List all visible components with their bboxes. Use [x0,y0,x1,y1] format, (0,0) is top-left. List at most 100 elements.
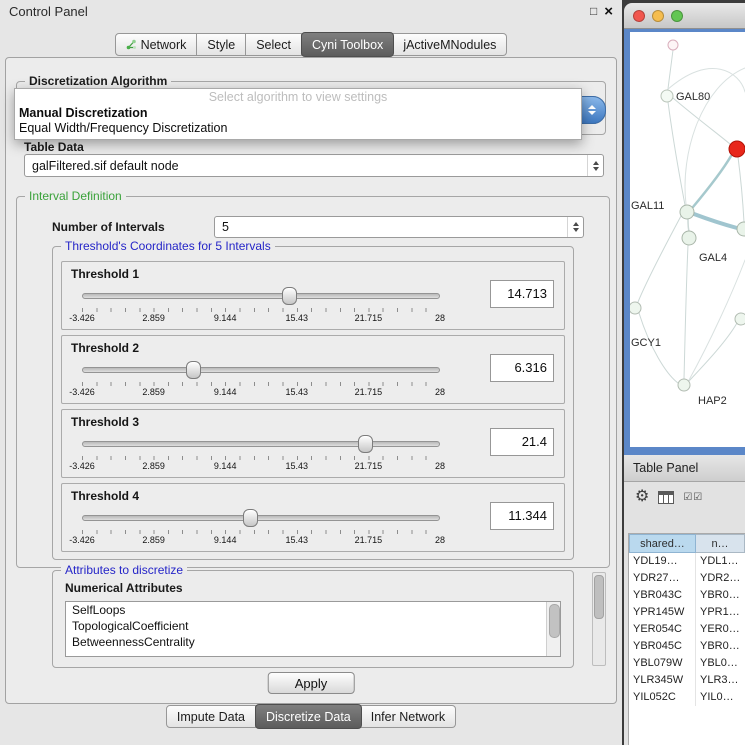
network-view-window: GAL80GAL11GAL4GCY1HAP2 [624,3,745,455]
algorithm-options: Manual DiscretizationEqual Width/Frequen… [15,106,581,136]
tick-label: 9.144 [214,387,237,397]
gear-icon[interactable]: ⚙ [635,489,649,505]
tick-label: -3.426 [69,313,95,323]
tab-cyni-toolbox[interactable]: Cyni Toolbox [301,32,394,57]
network-node[interactable] [680,205,694,219]
threshold-slider[interactable] [82,361,440,378]
tab-network[interactable]: Network [115,33,198,56]
threshold-value-field[interactable]: 14.713 [490,280,554,308]
tab-infer-network[interactable]: Infer Network [361,705,456,728]
network-edge[interactable] [685,68,745,204]
network-edge[interactable] [694,214,737,228]
table-cell: YIL052C [629,689,696,706]
tab-impute-data[interactable]: Impute Data [166,705,256,728]
columns-icon[interactable] [658,491,674,504]
table-row[interactable]: YDL19…YDL1… [629,553,745,570]
network-edge[interactable] [668,102,685,205]
network-edge[interactable] [689,323,737,381]
threshold-slider[interactable] [82,287,440,304]
column-header[interactable]: shared… [629,534,696,553]
table-row[interactable]: YER054CYER0… [629,621,745,638]
tick-label: 15.43 [286,461,309,471]
thresholds-container: Threshold 1-3.4262.8599.14415.4321.71528… [53,261,573,557]
tab-style[interactable]: Style [197,33,246,56]
tick-label: 9.144 [214,313,237,323]
float-window-icon[interactable]: □ [590,5,597,17]
panel-scrollbar[interactable] [592,572,606,666]
network-edge[interactable] [693,156,731,207]
network-node[interactable] [682,231,696,245]
tab-label: jActiveMNodules [403,38,496,52]
network-edge[interactable] [638,216,681,302]
zoom-traffic-light-icon[interactable] [671,10,683,22]
threshold-value-field[interactable]: 21.4 [490,428,554,456]
tick-label: 21.715 [355,313,383,323]
network-edge[interactable] [668,50,673,89]
network-edge[interactable] [688,219,689,231]
tick-label: 21.715 [355,387,383,397]
slider-ticks [82,382,440,386]
table-row[interactable]: YIL052CYIL0… [629,689,745,706]
network-edge[interactable] [673,98,730,144]
network-node[interactable] [661,90,673,102]
list-item[interactable]: BetweennessCentrality [66,634,560,650]
network-edge[interactable] [684,245,688,379]
slider-thumb[interactable] [243,509,258,527]
number-of-intervals-value: 5 [215,220,567,234]
threshold-slider[interactable] [82,435,440,452]
threshold-slider[interactable] [82,509,440,526]
tick-label: -3.426 [69,461,95,471]
scrollbar-thumb[interactable] [594,575,604,619]
tab-jactivemnodules[interactable]: jActiveMNodules [393,33,507,56]
threshold-box: Threshold 2-3.4262.8599.14415.4321.71528… [61,335,565,404]
algorithm-dropdown-popup: Select algorithm to view settings Manual… [14,88,582,140]
table-data-value: galFiltered.sif default node [25,159,587,173]
network-node[interactable] [678,379,690,391]
close-window-icon[interactable]: × [604,4,613,19]
dropdown-option[interactable]: Equal Width/Frequency Discretization [15,121,581,136]
list-item[interactable]: TopologicalCoefficient [66,618,560,634]
table-cell: YDL1… [696,553,745,570]
list-scrollbar[interactable] [546,602,560,656]
number-of-intervals-combobox[interactable]: 5 [214,216,584,238]
close-traffic-light-icon[interactable] [633,10,645,22]
network-node[interactable] [668,40,678,50]
checkbox-icons[interactable]: ☑☑ [683,492,703,503]
apply-button[interactable]: Apply [268,672,355,694]
table-row[interactable]: YDR27…YDR2… [629,570,745,587]
tab-select[interactable]: Select [246,33,302,56]
table-row[interactable]: YBR043CYBR0… [629,587,745,604]
dropdown-option[interactable]: Manual Discretization [15,106,581,121]
tick-label: 28 [435,387,445,397]
node-table: shared…n… YDL19…YDL1…YDR27…YDR2…YBR043CY… [628,533,745,745]
network-node[interactable] [737,222,745,236]
table-row[interactable]: YBL079WYBL0… [629,655,745,672]
scrollbar-thumb[interactable] [549,604,560,638]
numerical-attributes-list[interactable]: SelfLoopsTopologicalCoefficientBetweenne… [65,601,561,657]
slider-thumb[interactable] [358,435,373,453]
table-data-combobox[interactable]: galFiltered.sif default node [24,154,604,177]
table-row[interactable]: YPR145WYPR1… [629,604,745,621]
network-node[interactable] [729,141,745,157]
threshold-value-field[interactable]: 11.344 [490,502,554,530]
slider-thumb[interactable] [282,287,297,305]
threshold-box: Threshold 3-3.4262.8599.14415.4321.71528… [61,409,565,478]
network-edge[interactable] [667,69,745,92]
network-node[interactable] [630,302,641,314]
slider-tick-labels: -3.4262.8599.14415.4321.71528 [82,461,440,472]
tab-label: Impute Data [177,710,245,724]
slider-ticks [82,456,440,460]
table-row[interactable]: YLR345WYLR3… [629,672,745,689]
network-edge[interactable] [738,157,744,222]
table-row[interactable]: YBR045CYBR0… [629,638,745,655]
network-node[interactable] [735,313,745,325]
network-canvas[interactable]: GAL80GAL11GAL4GCY1HAP2 [630,32,745,447]
table-cell: YDR2… [696,570,745,587]
slider-thumb[interactable] [186,361,201,379]
minimize-traffic-light-icon[interactable] [652,10,664,22]
column-header[interactable]: n… [696,534,745,553]
tick-label: -3.426 [69,535,95,545]
list-item[interactable]: SelfLoops [66,602,560,618]
threshold-value-field[interactable]: 6.316 [490,354,554,382]
tab-discretize-data[interactable]: Discretize Data [255,704,362,729]
